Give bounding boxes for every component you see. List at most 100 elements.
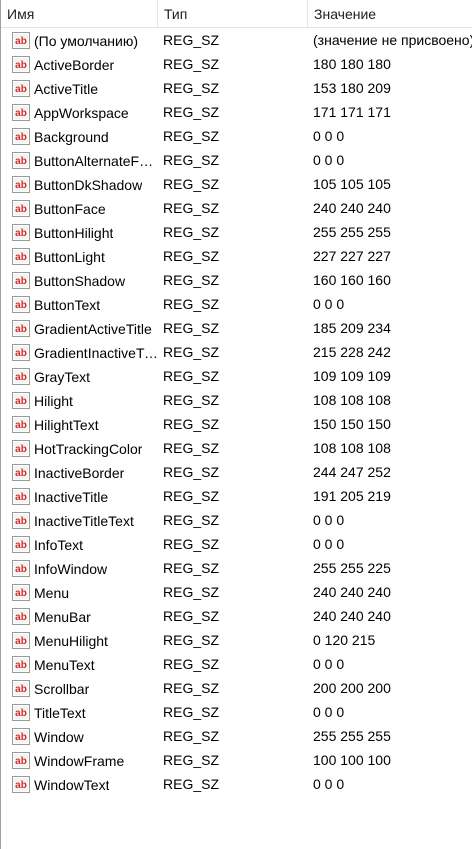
value-name-label: InactiveTitleText	[34, 513, 134, 530]
svg-text:ab: ab	[15, 276, 27, 287]
value-name-cell: ab ActiveTitle	[12, 76, 158, 100]
value-data-cell: 0 0 0	[313, 704, 345, 720]
value-name-cell: ab InactiveTitleText	[12, 508, 158, 532]
value-name-label: (По умолчанию)	[34, 33, 139, 50]
list-item[interactable]: ab Window REG_SZ 255 255 255	[1, 724, 472, 748]
list-item[interactable]: ab MenuBar REG_SZ 240 240 240	[1, 604, 472, 628]
value-name-label: MenuBar	[34, 609, 91, 626]
list-item[interactable]: ab ButtonFace REG_SZ 240 240 240	[1, 196, 472, 220]
string-value-icon: ab	[12, 631, 30, 649]
string-value-icon: ab	[12, 247, 30, 265]
value-name-label: GrayText	[34, 369, 91, 386]
list-item[interactable]: ab InactiveTitle REG_SZ 191 205 219	[1, 484, 472, 508]
value-name-label: ButtonDkShadow	[34, 177, 143, 194]
value-type-cell: REG_SZ	[163, 776, 220, 792]
value-data-cell: 0 0 0	[313, 152, 345, 168]
string-value-icon: ab	[12, 463, 30, 481]
svg-text:ab: ab	[15, 228, 27, 239]
list-item[interactable]: ab GradientInactiveTitle REG_SZ 215 228 242	[1, 340, 472, 364]
value-name-label: ButtonShadow	[34, 273, 126, 290]
string-value-icon: ab	[12, 31, 30, 49]
column-header-value[interactable]: Значение	[308, 0, 472, 28]
svg-text:ab: ab	[15, 756, 27, 767]
value-data-cell: 0 120 215	[313, 632, 376, 648]
list-item[interactable]: ab HilightText REG_SZ 150 150 150	[1, 412, 472, 436]
list-item[interactable]: ab InfoText REG_SZ 0 0 0	[1, 532, 472, 556]
value-type-cell: REG_SZ	[163, 80, 220, 96]
value-name-label: ActiveBorder	[34, 57, 115, 74]
value-name-cell: ab ButtonShadow	[12, 268, 158, 292]
string-value-icon: ab	[12, 319, 30, 337]
value-type-cell: REG_SZ	[163, 272, 220, 288]
value-name-label: MenuHilight	[34, 633, 108, 650]
string-value-icon: ab	[12, 751, 30, 769]
list-item[interactable]: ab HotTrackingColor REG_SZ 108 108 108	[1, 436, 472, 460]
string-value-icon: ab	[12, 679, 30, 697]
value-data-cell: 0 0 0	[313, 536, 345, 552]
value-name-cell: ab Window	[12, 724, 158, 748]
svg-text:ab: ab	[15, 84, 27, 95]
list-item[interactable]: ab InactiveTitleText REG_SZ 0 0 0	[1, 508, 472, 532]
svg-text:ab: ab	[15, 252, 27, 263]
value-data-cell: 108 108 108	[313, 392, 391, 408]
list-item[interactable]: ab Background REG_SZ 0 0 0	[1, 124, 472, 148]
string-value-icon: ab	[12, 271, 30, 289]
string-value-icon: ab	[12, 55, 30, 73]
list-item[interactable]: ab Menu REG_SZ 240 240 240	[1, 580, 472, 604]
list-item[interactable]: ab MenuText REG_SZ 0 0 0	[1, 652, 472, 676]
list-item[interactable]: ab AppWorkspace REG_SZ 171 171 171	[1, 100, 472, 124]
value-name-label: WindowFrame	[34, 753, 125, 770]
value-data-cell: 200 200 200	[313, 680, 391, 696]
list-item[interactable]: ab ButtonShadow REG_SZ 160 160 160	[1, 268, 472, 292]
list-item[interactable]: ab Scrollbar REG_SZ 200 200 200	[1, 676, 472, 700]
svg-text:ab: ab	[15, 60, 27, 71]
value-name-cell: ab TitleText	[12, 700, 158, 724]
value-type-cell: REG_SZ	[163, 560, 220, 576]
list-item[interactable]: ab TitleText REG_SZ 0 0 0	[1, 700, 472, 724]
value-type-cell: REG_SZ	[163, 32, 220, 48]
value-name-label: Background	[34, 129, 109, 146]
list-item[interactable]: ab GrayText REG_SZ 109 109 109	[1, 364, 472, 388]
value-data-cell: 109 109 109	[313, 368, 391, 384]
string-value-icon: ab	[12, 607, 30, 625]
value-name-label: HotTrackingColor	[34, 441, 143, 458]
value-name-label: TitleText	[34, 705, 86, 722]
string-value-icon: ab	[12, 223, 30, 241]
string-value-icon: ab	[12, 127, 30, 145]
list-item[interactable]: ab WindowText REG_SZ 0 0 0	[1, 772, 472, 796]
value-type-cell: REG_SZ	[163, 200, 220, 216]
string-value-icon: ab	[12, 775, 30, 793]
string-value-icon: ab	[12, 367, 30, 385]
list-item[interactable]: ab ButtonText REG_SZ 0 0 0	[1, 292, 472, 316]
string-value-icon: ab	[12, 103, 30, 121]
list-item[interactable]: ab ButtonHilight REG_SZ 255 255 255	[1, 220, 472, 244]
string-value-icon: ab	[12, 583, 30, 601]
value-name-label: Scrollbar	[34, 681, 90, 698]
list-item[interactable]: ab ActiveBorder REG_SZ 180 180 180	[1, 52, 472, 76]
value-type-cell: REG_SZ	[163, 416, 220, 432]
list-item[interactable]: ab ButtonAlternateFace REG_SZ 0 0 0	[1, 148, 472, 172]
list-item[interactable]: ab ButtonDkShadow REG_SZ 105 105 105	[1, 172, 472, 196]
value-name-cell: ab ButtonDkShadow	[12, 172, 158, 196]
column-header-name[interactable]: Имя	[1, 0, 158, 28]
value-name-label: InfoText	[34, 537, 84, 554]
value-type-cell: REG_SZ	[163, 584, 220, 600]
list-item[interactable]: ab InactiveBorder REG_SZ 244 247 252	[1, 460, 472, 484]
list-item[interactable]: ab InfoWindow REG_SZ 255 255 225	[1, 556, 472, 580]
svg-text:ab: ab	[15, 36, 27, 47]
list-item[interactable]: ab Hilight REG_SZ 108 108 108	[1, 388, 472, 412]
list-item[interactable]: ab (По умолчанию) REG_SZ (значение не присв…	[1, 28, 472, 52]
list-item[interactable]: ab ActiveTitle REG_SZ 153 180 209	[1, 76, 472, 100]
value-name-cell: ab WindowText	[12, 772, 158, 796]
list-item[interactable]: ab ButtonLight REG_SZ 227 227 227	[1, 244, 472, 268]
list-item[interactable]: ab GradientActiveTitle REG_SZ 185 209 234	[1, 316, 472, 340]
column-header-type[interactable]: Тип	[158, 0, 308, 28]
svg-text:ab: ab	[15, 156, 27, 167]
value-data-cell: 0 0 0	[313, 776, 345, 792]
value-data-cell: 191 205 219	[313, 488, 391, 504]
value-name-cell: ab AppWorkspace	[12, 100, 158, 124]
svg-text:ab: ab	[15, 204, 27, 215]
list-item[interactable]: ab WindowFrame REG_SZ 100 100 100	[1, 748, 472, 772]
list-item[interactable]: ab MenuHilight REG_SZ 0 120 215	[1, 628, 472, 652]
value-data-cell: 180 180 180	[313, 56, 391, 72]
